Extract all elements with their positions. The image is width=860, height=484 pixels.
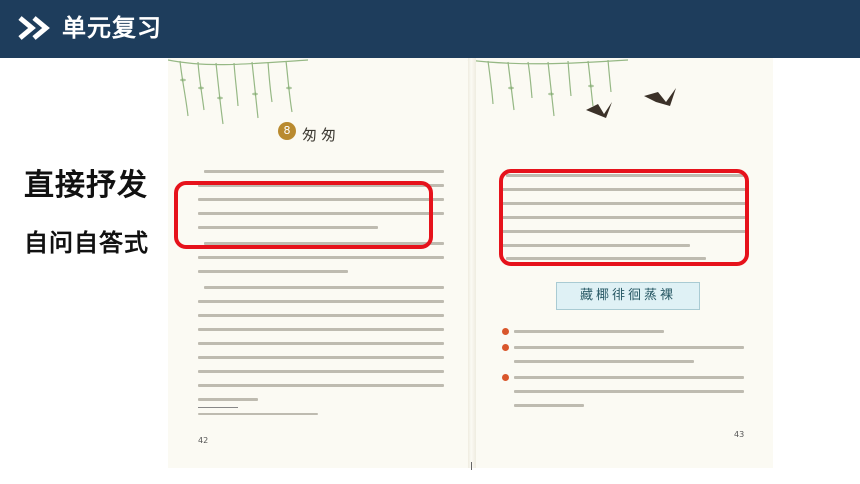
slide-title: 单元复习 — [62, 14, 162, 42]
exercise-bullet — [502, 328, 509, 335]
footnote-text — [198, 413, 318, 415]
lesson-number-badge: 8 — [278, 122, 296, 140]
left-page-number: 42 — [198, 436, 209, 445]
section-subheading: 自问自答式 — [24, 229, 149, 257]
highlight-box-right — [499, 169, 749, 266]
poem-title: 藏椰徘徊蒸裸 — [579, 288, 676, 303]
double-chevron-right-icon — [18, 16, 50, 40]
highlight-box-left — [174, 181, 433, 249]
header-bar: 单元复习 — [0, 0, 860, 58]
section-heading: 直接抒发 — [24, 168, 148, 203]
center-divider-mark — [471, 462, 472, 470]
right-page-number: 43 — [734, 430, 745, 439]
exercise-bullet — [502, 374, 509, 381]
left-page: 8 匆匆 42 — [168, 58, 468, 468]
book-gutter — [468, 58, 476, 468]
exercise-bullet — [502, 344, 509, 351]
footnote-rule — [198, 407, 238, 408]
lesson-title: 匆匆 — [302, 126, 341, 144]
poem-title-box: 藏椰徘徊蒸裸 — [556, 282, 700, 310]
